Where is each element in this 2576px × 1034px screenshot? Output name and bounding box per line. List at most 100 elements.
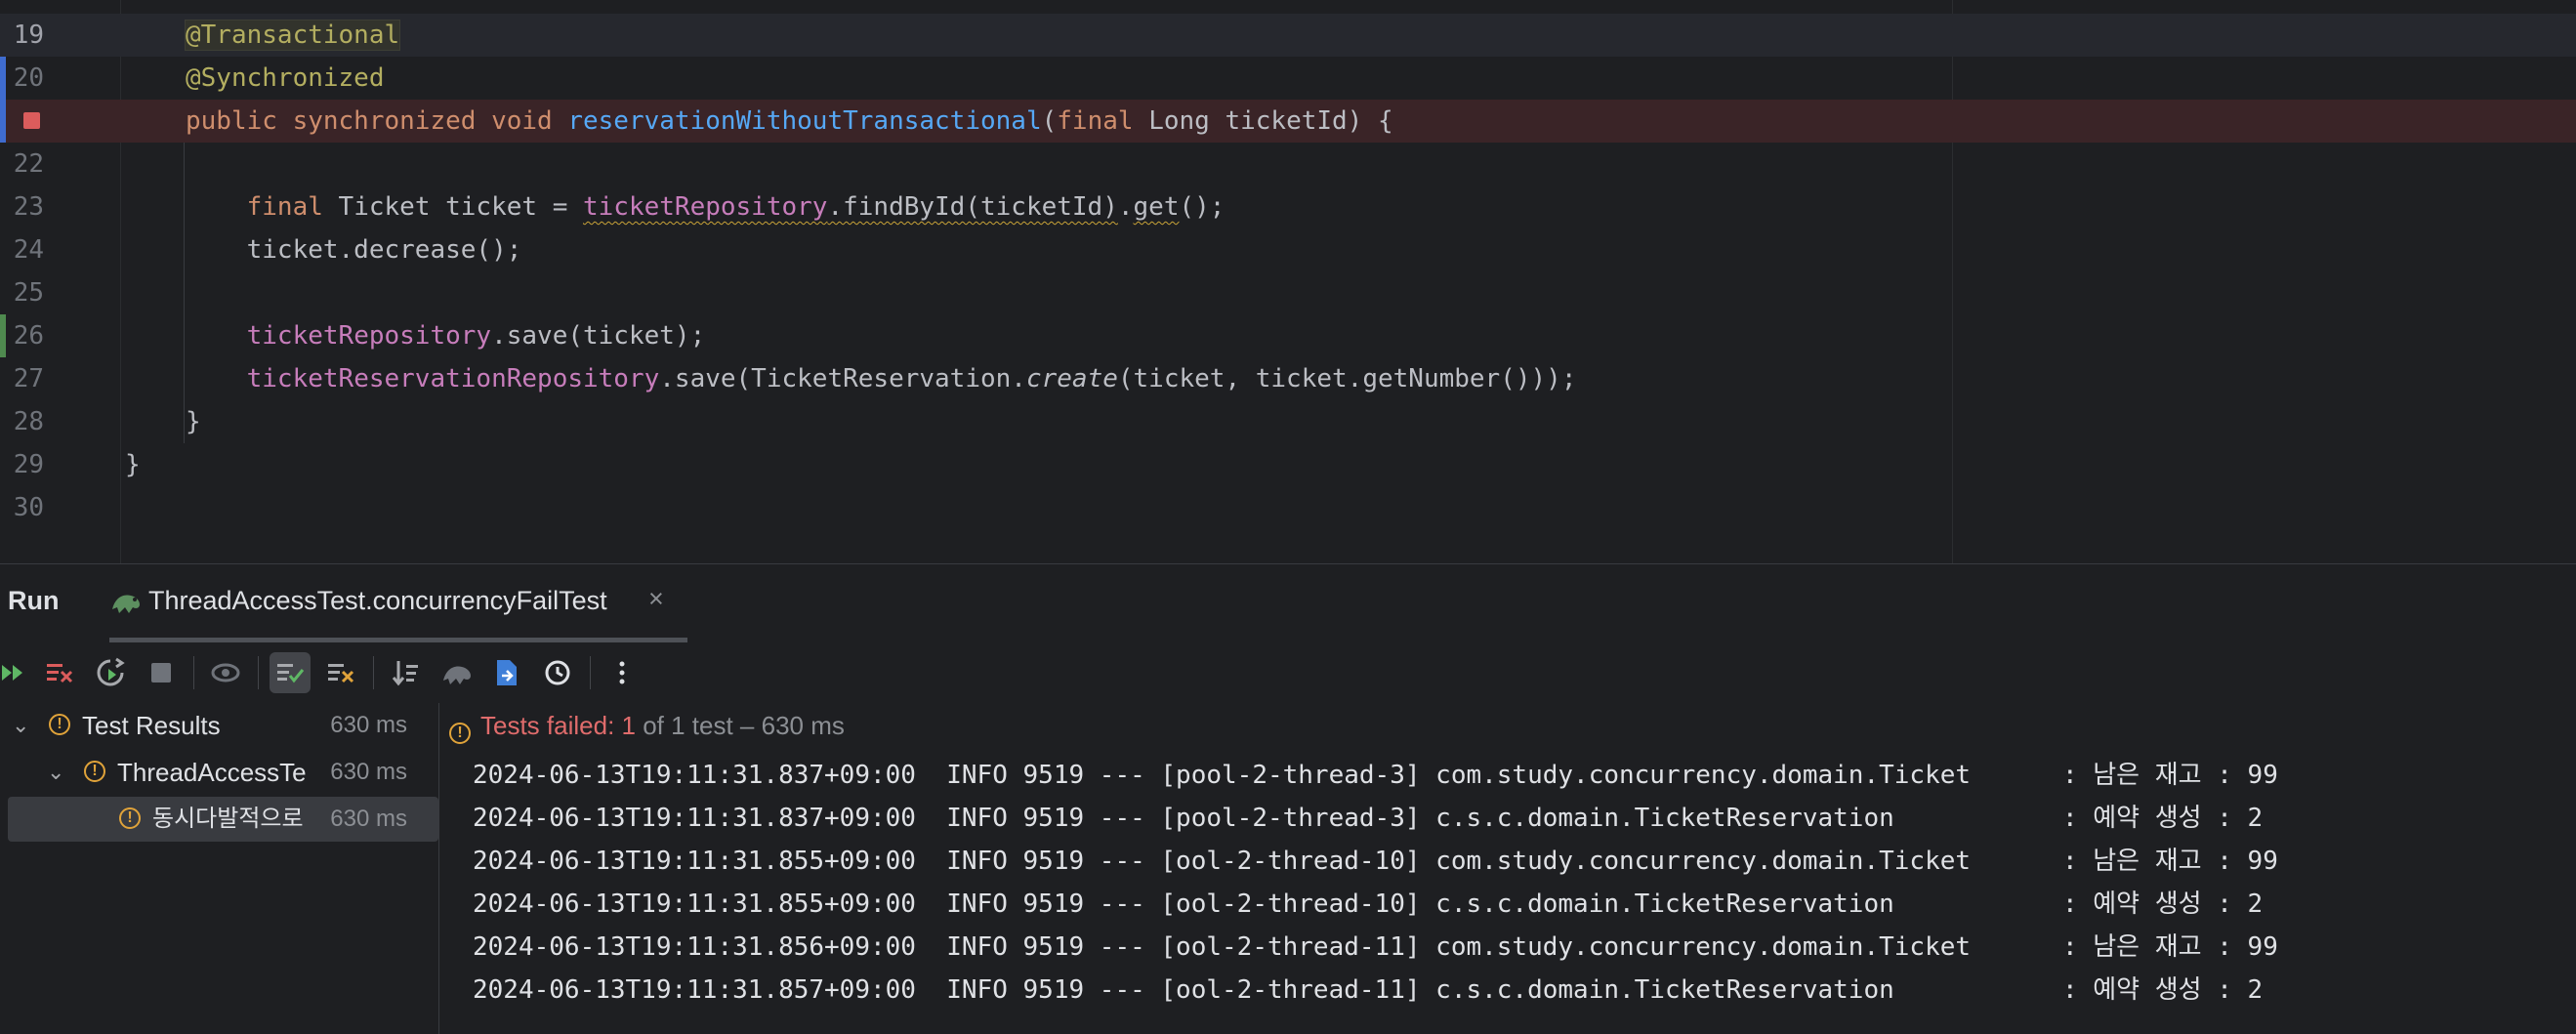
show-ignored-icon[interactable] <box>270 652 311 693</box>
code-line[interactable]: 22 <box>0 143 2576 186</box>
vcs-added-marker[interactable] <box>0 314 6 357</box>
code-line[interactable]: 26 ticketRepository.save(ticket); <box>0 314 2576 357</box>
code-token: } <box>186 407 201 436</box>
line-number[interactable]: 30 <box>0 486 44 529</box>
rerun-icon[interactable] <box>0 652 35 693</box>
log-line: 2024-06-13T19:11:31.837+09:00 INFO 9519 … <box>473 804 2264 833</box>
history-icon[interactable] <box>537 652 578 693</box>
run-tool-window: Run ThreadAccessTest.concurrencyFailTest… <box>0 563 2576 1034</box>
code-token: ( <box>1041 106 1058 136</box>
log-line: 2024-06-13T19:11:31.857+09:00 INFO 9519 … <box>473 975 2264 1005</box>
line-number[interactable]: 24 <box>0 228 44 271</box>
more-icon[interactable] <box>602 652 643 693</box>
code-line[interactable]: 23 final Ticket ticket = ticketRepositor… <box>0 186 2576 228</box>
line-number[interactable]: 26 <box>0 314 44 357</box>
rerun-failed-icon[interactable] <box>39 652 80 693</box>
code-text[interactable]: public synchronized void reservationWith… <box>186 100 1393 143</box>
code-token: ticketRepository <box>583 192 828 222</box>
export-icon[interactable] <box>486 652 527 693</box>
code-token: Long ticketId) { <box>1148 106 1393 136</box>
code-text[interactable]: } <box>186 400 201 443</box>
warning-icon: ! <box>49 714 70 735</box>
test-status-bar: ! Tests failed: 1 of 1 test – 630 ms <box>449 711 845 744</box>
code-text[interactable]: ticketRepository.save(ticket); <box>186 314 706 357</box>
test-results-tree[interactable]: ⌄ ! Test Results 630 ms ⌄ ! ThreadAccess… <box>0 703 439 1034</box>
code-token: .save(TicketReservation. <box>659 364 1026 393</box>
code-text[interactable]: @Transactional <box>184 14 401 57</box>
code-token: } <box>125 450 141 479</box>
indent-guide <box>184 228 185 271</box>
breakpoint-icon[interactable] <box>23 112 40 129</box>
chevron-down-icon[interactable]: ⌄ <box>47 750 64 795</box>
code-line[interactable]: 30 <box>0 486 2576 529</box>
run-tab-title: ThreadAccessTest.concurrencyFailTest <box>148 586 607 615</box>
code-text[interactable]: } <box>125 443 141 486</box>
code-token: final <box>1057 106 1149 136</box>
code-token: ticket.decrease(); <box>186 235 522 265</box>
indent-guide <box>184 186 185 228</box>
line-number[interactable]: 22 <box>0 143 44 186</box>
test-config-icon <box>112 595 140 613</box>
code-text[interactable]: @Synchronized <box>186 57 385 100</box>
vcs-modified-marker[interactable] <box>0 57 6 100</box>
code-line[interactable]: 19 @Transactional <box>0 14 2576 57</box>
code-token: public synchronized void <box>186 106 568 136</box>
toggle-auto-test-icon[interactable] <box>90 652 131 693</box>
tree-node-label: 동시다발적으로 <box>152 806 304 832</box>
code-token: .findById(ticketId) <box>827 192 1118 222</box>
log-line: 2024-06-13T19:11:31.837+09:00 INFO 9519 … <box>473 761 2278 790</box>
tree-node-duration: 630 ms <box>330 806 407 832</box>
line-number[interactable]: 19 <box>0 14 44 57</box>
code-token: reservationWithoutTransactional <box>567 106 1042 136</box>
line-number[interactable]: 23 <box>0 186 44 228</box>
code-token: (); <box>1179 192 1226 222</box>
close-icon[interactable]: × <box>648 584 664 614</box>
line-number[interactable]: 25 <box>0 271 44 314</box>
code-token: @Synchronized <box>186 63 385 93</box>
tree-node-test-results[interactable]: ⌄ ! Test Results 630 ms <box>0 703 438 748</box>
tree-node-test-class[interactable]: ⌄ ! ThreadAccessTe 630 ms <box>0 750 438 795</box>
run-panel-title: Run <box>8 586 60 615</box>
import-tests-icon[interactable] <box>436 652 477 693</box>
code-token: create <box>1025 364 1118 393</box>
line-number[interactable]: 29 <box>0 443 44 486</box>
tree-node-label: Test Results <box>82 711 221 740</box>
warning-icon: ! <box>449 723 471 744</box>
chevron-down-icon[interactable]: ⌄ <box>12 703 29 748</box>
show-passed-icon[interactable] <box>205 652 246 693</box>
code-line[interactable]: public synchronized void reservationWith… <box>0 100 2576 143</box>
indent-guide <box>184 143 185 186</box>
sort-icon[interactable] <box>385 652 426 693</box>
show-failed-icon[interactable] <box>320 652 361 693</box>
code-line[interactable]: 24 ticket.decrease(); <box>0 228 2576 271</box>
warning-icon: ! <box>84 761 105 782</box>
indent-guide <box>184 400 185 443</box>
code-token: Ticket ticket = <box>338 192 583 222</box>
line-number[interactable]: 27 <box>0 357 44 400</box>
code-token: ticketRepository <box>246 321 492 351</box>
code-text[interactable]: ticketReservationRepository.save(TicketR… <box>186 357 1577 400</box>
stop-icon[interactable] <box>141 652 182 693</box>
tree-node-label: ThreadAccessTe <box>117 758 307 787</box>
code-text[interactable]: final Ticket ticket = ticketRepository.f… <box>186 186 1226 228</box>
console-output[interactable]: ! Tests failed: 1 of 1 test – 630 ms 2024… <box>439 703 2576 1034</box>
tests-summary-text: of 1 test – 630 ms <box>635 711 845 740</box>
line-number[interactable]: 28 <box>0 400 44 443</box>
code-line[interactable]: 25 <box>0 271 2576 314</box>
code-line[interactable]: 29} <box>0 443 2576 486</box>
code-editor[interactable]: 19 @Transactional 20 @Synchronized public sy… <box>0 0 2576 563</box>
run-configuration-tab[interactable]: ThreadAccessTest.concurrencyFailTest × <box>109 564 687 642</box>
code-token: final <box>246 192 339 222</box>
line-number[interactable]: 20 <box>0 57 44 100</box>
code-text[interactable]: ticket.decrease(); <box>186 228 522 271</box>
tree-node-test-method[interactable]: ! 동시다발적으로 630 ms <box>0 797 438 842</box>
code-line[interactable]: 20 @Synchronized <box>0 57 2576 100</box>
vcs-modified-marker[interactable] <box>0 100 6 143</box>
warning-icon: ! <box>119 807 141 829</box>
code-token: ticketReservationRepository <box>246 364 660 393</box>
code-line[interactable]: 27 ticketReservationRepository.save(Tick… <box>0 357 2576 400</box>
code-line[interactable]: 28} <box>0 400 2576 443</box>
